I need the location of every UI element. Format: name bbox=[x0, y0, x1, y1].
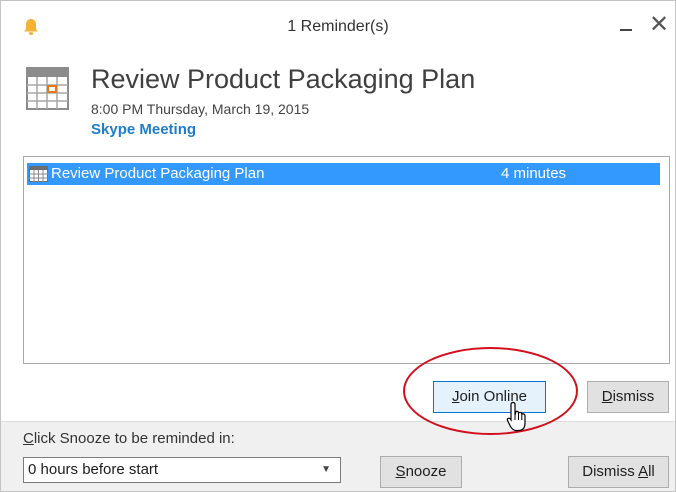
button-label: oin Online bbox=[459, 388, 528, 405]
snooze-time-select[interactable]: 0 hours before start ▼ bbox=[23, 457, 341, 483]
access-key: A bbox=[638, 463, 649, 480]
reminders-list[interactable]: Review Product Packaging Plan 4 minutes bbox=[23, 156, 670, 364]
reminder-subject: Review Product Packaging Plan bbox=[91, 64, 476, 94]
button-label: ll bbox=[648, 463, 655, 480]
list-item-subject: Review Product Packaging Plan bbox=[51, 165, 265, 182]
reminder-datetime: 8:00 PM Thursday, March 19, 2015 bbox=[91, 101, 310, 117]
dismiss-button[interactable]: Dismiss bbox=[587, 381, 669, 413]
access-key: D bbox=[601, 388, 613, 405]
chevron-down-icon[interactable]: ▼ bbox=[321, 458, 331, 482]
button-label: nooze bbox=[405, 463, 447, 480]
snooze-label-text: lick Snooze to be reminded in: bbox=[33, 430, 235, 447]
list-item[interactable]: Review Product Packaging Plan 4 minutes bbox=[27, 163, 660, 185]
calendar-icon bbox=[29, 166, 48, 182]
title-bar: 1 Reminder(s) ✕ bbox=[1, 1, 675, 53]
access-key: C bbox=[23, 430, 34, 447]
window-title: 1 Reminder(s) bbox=[287, 18, 389, 35]
join-online-button[interactable]: Join Online bbox=[433, 381, 546, 413]
snooze-selected-option: 0 hours before start bbox=[28, 461, 159, 478]
calendar-icon bbox=[26, 67, 69, 110]
snooze-label: Click Snooze to be reminded in: bbox=[23, 430, 235, 447]
button-label-prefix: Dismiss bbox=[582, 463, 639, 480]
meeting-location-link[interactable]: Skype Meeting bbox=[91, 121, 196, 138]
list-item-due-in: 4 minutes bbox=[501, 165, 567, 182]
button-label: ismiss bbox=[612, 388, 655, 405]
close-button[interactable]: ✕ bbox=[646, 13, 672, 39]
access-key: S bbox=[395, 463, 406, 480]
snooze-button[interactable]: Snooze bbox=[380, 456, 462, 488]
reminder-window: 1 Reminder(s) ✕ Review Product Packaging… bbox=[0, 0, 676, 492]
dismiss-all-button[interactable]: Dismiss All bbox=[568, 456, 669, 488]
minimize-button[interactable] bbox=[611, 13, 641, 39]
